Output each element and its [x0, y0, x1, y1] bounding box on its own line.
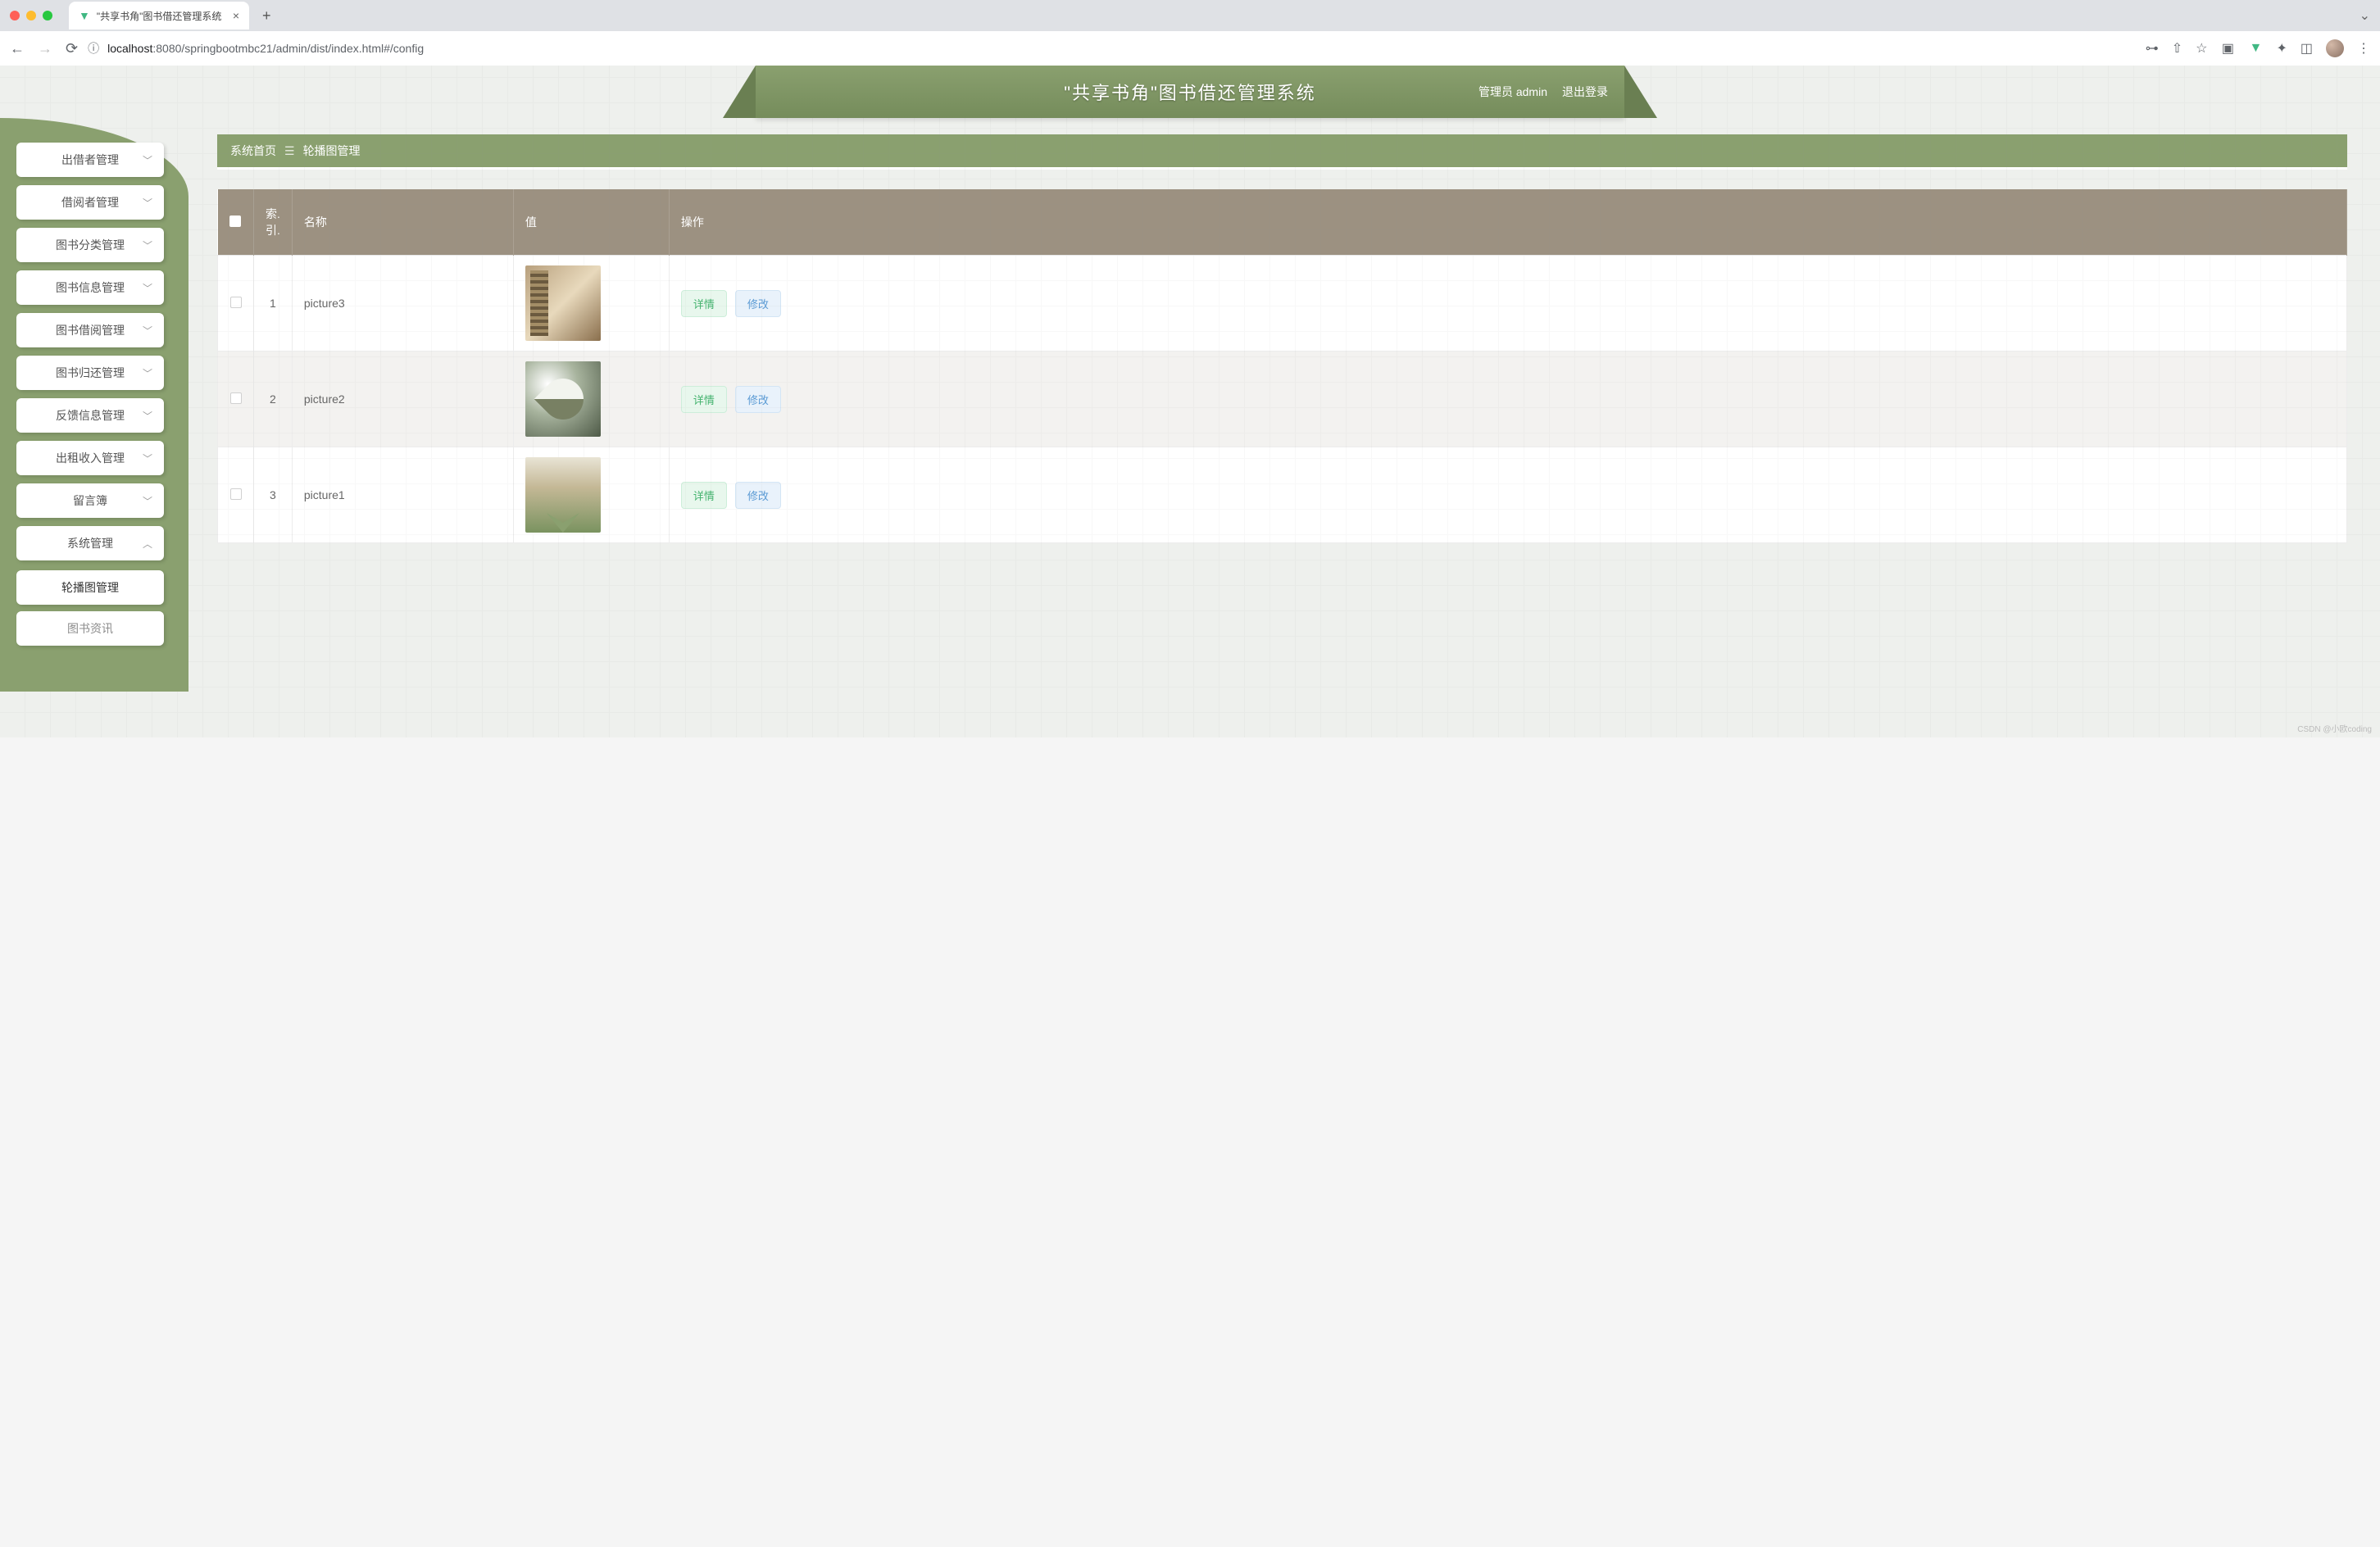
chevron-down-icon: ﹀	[143, 324, 152, 338]
sidebar-item[interactable]: 系统管理︿	[16, 526, 164, 560]
extensions-menu-icon[interactable]: ✦	[2276, 40, 2287, 57]
cell-value	[513, 352, 669, 447]
breadcrumb: 系统首页 ☰ 轮播图管理	[217, 134, 2347, 170]
url-path: /springbootmbc21/admin/dist/index.html#/…	[181, 42, 424, 55]
sidebar-item[interactable]: 留言簿﹀	[16, 483, 164, 518]
browser-chrome: ▼ "共享书角"图书借还管理系统 × + ⌄ ← → ⟳ ⓘ localhost…	[0, 0, 2380, 66]
vue-favicon-icon: ▼	[79, 9, 90, 22]
detail-button[interactable]: 详情	[681, 290, 727, 317]
sidebar-item[interactable]: 出借者管理﹀	[16, 143, 164, 177]
chevron-down-icon: ﹀	[143, 196, 152, 210]
row-checkbox[interactable]	[230, 392, 242, 404]
edit-button[interactable]: 修改	[735, 482, 781, 509]
col-header-name[interactable]: 名称	[292, 189, 513, 256]
cell-name: picture3	[292, 256, 513, 352]
content-area: 系统首页 ☰ 轮播图管理 索.引. 名称 值 操作 1 picture3	[193, 118, 2380, 737]
vue-devtools-icon[interactable]: ▼	[2248, 41, 2263, 56]
window-controls[interactable]	[10, 11, 52, 20]
col-header-index[interactable]: 索.引.	[254, 189, 293, 256]
browser-menu-icon[interactable]: ⋮	[2357, 40, 2370, 57]
url-display[interactable]: ⓘ localhost:8080/springbootmbc21/admin/d…	[88, 40, 2136, 57]
sidebar-subitem[interactable]: 图书资讯	[16, 611, 164, 646]
sidebar-item[interactable]: 出租收入管理﹀	[16, 441, 164, 475]
cell-actions: 详情 修改	[669, 352, 2346, 447]
chevron-down-icon: ﹀	[143, 451, 152, 465]
row-checkbox[interactable]	[230, 297, 242, 308]
sidebar-item[interactable]: 图书信息管理﹀	[16, 270, 164, 305]
col-header-action: 操作	[669, 189, 2346, 256]
cell-actions: 详情 修改	[669, 447, 2346, 543]
profile-avatar[interactable]	[2326, 39, 2344, 57]
sidebar-subitem[interactable]: 轮播图管理	[16, 570, 164, 605]
sidepanel-icon[interactable]: ◫	[2301, 40, 2313, 57]
sidebar-item[interactable]: 图书分类管理﹀	[16, 228, 164, 262]
tab-close-icon[interactable]: ×	[233, 9, 239, 22]
maximize-window-icon[interactable]	[43, 11, 52, 20]
address-bar: ← → ⟳ ⓘ localhost:8080/springbootmbc21/a…	[0, 31, 2380, 66]
thumbnail-image	[525, 265, 601, 341]
url-port: :8080	[152, 42, 181, 55]
tab-bar: ▼ "共享书角"图书借还管理系统 × + ⌄	[0, 0, 2380, 31]
chevron-up-icon: ︿	[143, 537, 152, 551]
sidebar-item[interactable]: 借阅者管理﹀	[16, 185, 164, 220]
cell-index: 1	[254, 256, 293, 352]
cell-name: picture2	[292, 352, 513, 447]
data-table: 索.引. 名称 值 操作 1 picture3 详情 修改 2 picture2	[217, 189, 2347, 543]
share-icon[interactable]: ⇧	[2172, 40, 2182, 57]
row-checkbox[interactable]	[230, 488, 242, 500]
table-row: 1 picture3 详情 修改	[218, 256, 2347, 352]
browser-tab[interactable]: ▼ "共享书角"图书借还管理系统 ×	[69, 2, 249, 29]
watermark: CSDN @小欧coding	[2297, 722, 2372, 734]
user-info[interactable]: 管理员 admin	[1478, 84, 1547, 100]
edit-button[interactable]: 修改	[735, 386, 781, 413]
url-host: localhost	[107, 42, 152, 55]
sidebar-item[interactable]: 图书归还管理﹀	[16, 356, 164, 390]
bookmark-star-icon[interactable]: ☆	[2196, 40, 2207, 57]
breadcrumb-home[interactable]: 系统首页	[230, 143, 276, 159]
logout-link[interactable]: 退出登录	[1562, 84, 1608, 100]
cell-actions: 详情 修改	[669, 256, 2346, 352]
tabs-dropdown-icon[interactable]: ⌄	[2360, 7, 2370, 24]
info-icon[interactable]: ⓘ	[88, 40, 99, 57]
cell-value	[513, 447, 669, 543]
chevron-down-icon: ﹀	[143, 281, 152, 295]
app-header: "共享书角"图书借还管理系统 管理员 admin 退出登录	[756, 66, 1624, 118]
cell-name: picture1	[292, 447, 513, 543]
app-title: "共享书角"图书借还管理系统	[1064, 79, 1316, 105]
password-key-icon[interactable]: ⊶	[2146, 40, 2159, 57]
app-viewport: "共享书角"图书借还管理系统 管理员 admin 退出登录 出借者管理﹀ 借阅者管…	[0, 66, 2380, 737]
select-all-checkbox[interactable]	[229, 215, 241, 227]
detail-button[interactable]: 详情	[681, 386, 727, 413]
sidebar-item[interactable]: 反馈信息管理﹀	[16, 398, 164, 433]
back-button[interactable]: ←	[10, 40, 25, 57]
chevron-down-icon: ﹀	[143, 366, 152, 380]
sidebar: 出借者管理﹀ 借阅者管理﹀ 图书分类管理﹀ 图书信息管理﹀ 图书借阅管理﹀ 图书归还管理﹀…	[0, 118, 193, 737]
chevron-down-icon: ﹀	[143, 238, 152, 252]
reload-button[interactable]: ⟳	[66, 40, 78, 57]
thumbnail-image	[525, 457, 601, 533]
breadcrumb-separator-icon: ☰	[284, 144, 295, 158]
chevron-down-icon: ﹀	[143, 494, 152, 508]
detail-button[interactable]: 详情	[681, 482, 727, 509]
tab-title: "共享书角"图书借还管理系统	[97, 9, 222, 23]
cell-value	[513, 256, 669, 352]
close-window-icon[interactable]	[10, 11, 20, 20]
sidebar-item[interactable]: 图书借阅管理﹀	[16, 313, 164, 347]
minimize-window-icon[interactable]	[26, 11, 36, 20]
chevron-down-icon: ﹀	[143, 153, 152, 167]
chevron-down-icon: ﹀	[143, 409, 152, 423]
extension-icon[interactable]: ▣	[2220, 41, 2235, 56]
edit-button[interactable]: 修改	[735, 290, 781, 317]
table-row: 2 picture2 详情 修改	[218, 352, 2347, 447]
col-header-value[interactable]: 值	[513, 189, 669, 256]
breadcrumb-current: 轮播图管理	[303, 143, 361, 159]
thumbnail-image	[525, 361, 601, 437]
cell-index: 2	[254, 352, 293, 447]
table-row: 3 picture1 详情 修改	[218, 447, 2347, 543]
new-tab-button[interactable]: +	[256, 7, 278, 25]
cell-index: 3	[254, 447, 293, 543]
forward-button[interactable]: →	[38, 40, 52, 57]
